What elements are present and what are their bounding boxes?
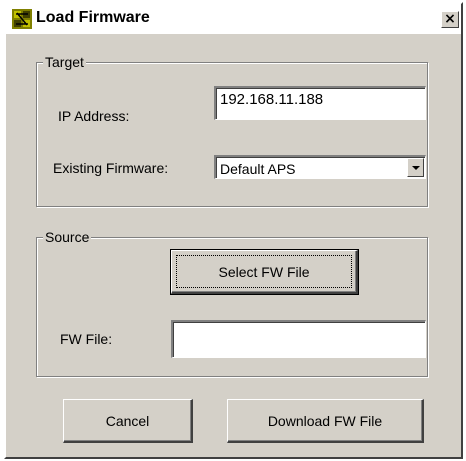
ip-address-label: IP Address: (58, 108, 130, 124)
download-fw-file-label: Download FW File (267, 412, 383, 429)
cancel-button[interactable]: Cancel (63, 399, 193, 443)
focus-rectangle (176, 255, 352, 288)
target-legend: Target (43, 54, 86, 70)
ip-address-input[interactable]: 192.168.11.188 (214, 86, 426, 120)
existing-firmware-label: Existing Firmware: (53, 160, 169, 176)
ip-address-value: 192.168.11.188 (220, 91, 324, 108)
target-group: Target (36, 54, 428, 207)
app-icon (12, 9, 32, 29)
fw-file-input[interactable] (171, 320, 426, 358)
fw-file-label: FW File: (60, 331, 113, 347)
window-title: Load Firmware (36, 9, 150, 26)
close-button[interactable]: × (441, 11, 459, 28)
download-fw-file-button[interactable]: Download FW File (227, 399, 424, 443)
select-fw-file-button[interactable]: Select FW File (170, 249, 359, 295)
chevron-down-icon[interactable] (407, 158, 424, 177)
existing-firmware-select[interactable]: Default APS (214, 155, 426, 179)
cancel-label: Cancel (105, 412, 150, 429)
load-firmware-dialog: Load Firmware × Target IP Address: 192.1… (4, 2, 463, 459)
close-icon: × (444, 11, 456, 27)
existing-firmware-value: Default APS (220, 161, 296, 177)
title-bar: Load Firmware × (6, 4, 461, 34)
source-legend: Source (43, 229, 92, 245)
